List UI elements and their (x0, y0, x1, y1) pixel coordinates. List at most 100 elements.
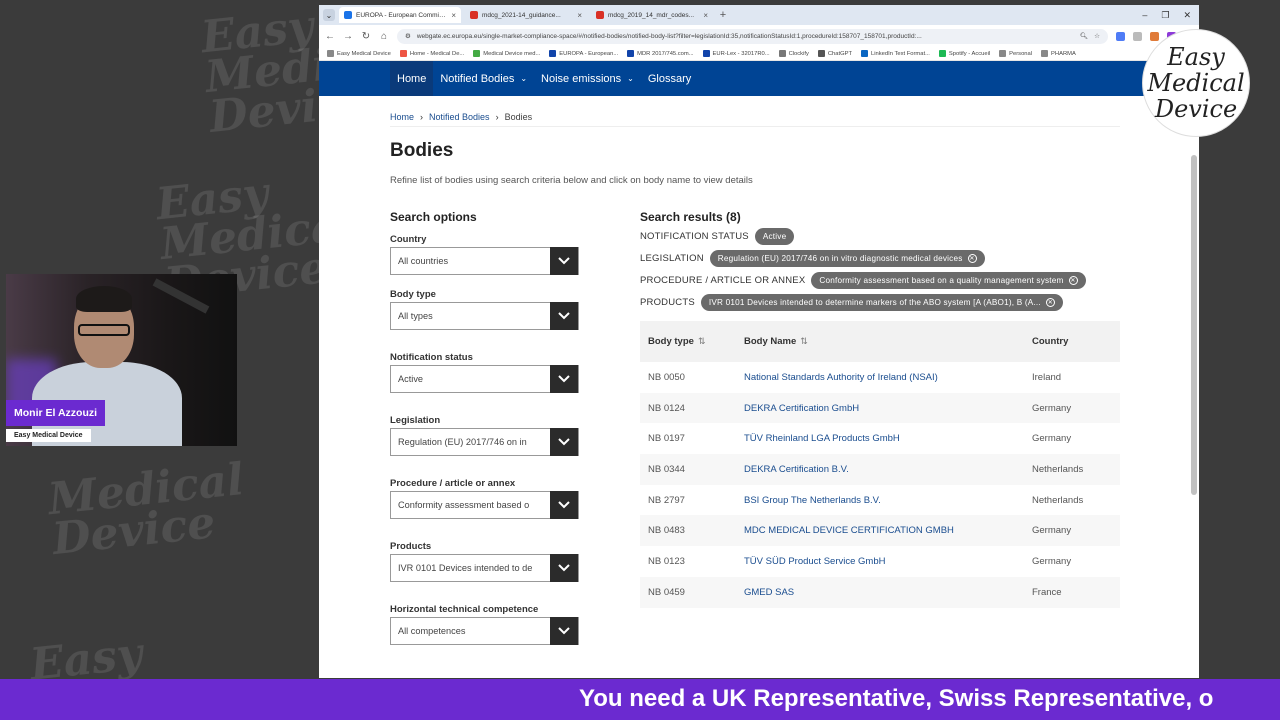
presenter-glasses (78, 324, 130, 336)
body-name-link[interactable]: BSI Group The Netherlands B.V. (744, 495, 881, 506)
browser-tab-europa[interactable]: EUROPA - European Commission × (339, 7, 461, 23)
tab-search-icon[interactable]: ⌄ (323, 9, 335, 21)
browser-tab-mdcg-2021[interactable]: mdcg_2021-14_guidance... × (465, 7, 587, 23)
chevron-down-icon (550, 554, 578, 582)
minimize-icon[interactable]: – (1142, 10, 1147, 21)
body-name-link[interactable]: TÜV Rheinland LGA Products GmbH (744, 433, 900, 444)
remove-filter-icon[interactable]: ✕ (967, 254, 977, 263)
nav-notified-bodies[interactable]: Notified Bodies ⌄ (433, 61, 534, 96)
filter-chip[interactable]: Regulation (EU) 2017/746 on in vitro dia… (709, 250, 985, 267)
chevron-down-icon: ⌄ (520, 74, 528, 83)
home-icon[interactable]: ⌂ (379, 31, 389, 42)
breadcrumb: Home › Notified Bodies › Bodies (390, 96, 1120, 127)
pdf-favicon-icon (470, 11, 478, 19)
remove-filter-icon[interactable]: ✕ (1045, 298, 1055, 307)
sort-icon[interactable]: ⇅ (698, 336, 706, 346)
horizontal-competence-field: Horizontal technical competence All comp… (390, 604, 640, 645)
breadcrumb-home[interactable]: Home (390, 112, 414, 122)
bookmark-item[interactable]: Clockify (778, 50, 809, 57)
back-icon[interactable]: ← (325, 31, 335, 42)
extension-icon[interactable] (1150, 31, 1159, 41)
bookmark-item[interactable]: Medical Device med... (473, 50, 540, 57)
bookmark-item[interactable]: PHARMA (1041, 50, 1076, 57)
bookmarks-bar: Easy Medical Device Home - Medical De...… (319, 47, 1199, 61)
products-select[interactable]: IVR 0101 Devices intended to de (390, 554, 579, 582)
nav-noise-emissions[interactable]: Noise emissions ⌄ (534, 61, 641, 96)
body-name-link[interactable]: DEKRA Certification B.V. (744, 464, 849, 475)
watermark: Medical Device (45, 453, 247, 566)
bookmark-item[interactable]: Personal (999, 50, 1032, 57)
forward-icon[interactable]: → (343, 31, 353, 42)
site-info-icon[interactable]: ⚙ (405, 32, 411, 40)
close-tab-icon[interactable]: × (703, 11, 708, 20)
results-table: Body type ⇅ Body Name ⇅ Country NB 0050 Nat… (640, 321, 1120, 608)
body-name-link[interactable]: GMED SAS (744, 587, 794, 598)
bookmark-favicon-icon (702, 50, 710, 57)
pdf-favicon-icon (596, 11, 604, 19)
bookmark-item[interactable]: Easy Medical Device (327, 50, 391, 57)
sort-icon[interactable]: ⇅ (800, 336, 808, 346)
search-results-heading: Search results (8) (640, 210, 741, 224)
bookmark-star-icon[interactable]: ☆ (1094, 32, 1100, 40)
bookmark-favicon-icon (473, 50, 481, 57)
window-controls: – ❐ ✕ (1142, 10, 1199, 21)
extension-icon[interactable] (1133, 31, 1142, 41)
column-header-body-type[interactable]: Body type ⇅ (640, 321, 736, 362)
nav-home[interactable]: Home (390, 61, 434, 96)
country-select[interactable]: All countries (390, 247, 579, 275)
reload-icon[interactable]: ↻ (361, 31, 371, 42)
bookmark-favicon-icon (938, 50, 946, 57)
chevron-down-icon (550, 428, 578, 456)
body-name-link[interactable]: National Standards Authority of Ireland … (744, 372, 938, 383)
breadcrumb-notified-bodies[interactable]: Notified Bodies (429, 112, 490, 122)
horizontal-competence-select[interactable]: All competences (390, 617, 579, 645)
folder-icon (999, 50, 1007, 57)
bookmark-item[interactable]: Home - Medical De... (399, 50, 464, 57)
chevron-right-icon: › (420, 111, 424, 122)
table-row: NB 0197 TÜV Rheinland LGA Products GmbH Ge… (648, 433, 1072, 445)
filter-chip[interactable]: IVR 0101 Devices intended to determine m… (700, 294, 1063, 311)
close-tab-icon[interactable]: × (451, 11, 456, 20)
procedure-select[interactable]: Conformity assessment based o (390, 491, 579, 519)
legislation-field: Legislation Regulation (EU) 2017/746 on … (390, 415, 640, 456)
bookmark-item[interactable]: EUR-Lex - 32017R0... (702, 50, 770, 57)
chevron-down-icon (550, 247, 578, 275)
notification-status-field: Notification status Active (390, 352, 640, 393)
page-scrollbar[interactable] (1191, 155, 1197, 495)
filter-procedure: PROCEDURE / ARTICLE OR ANNEX Conformity … (640, 272, 1120, 289)
close-window-icon[interactable]: ✕ (1183, 10, 1191, 21)
close-tab-icon[interactable]: × (577, 11, 582, 20)
main-navbar: Home Notified Bodies ⌄ Noise emissions ⌄ G… (319, 61, 1199, 96)
filter-chip[interactable]: Conformity assessment based on a quality… (811, 272, 1086, 289)
zoom-icon[interactable]: 🔍︎ (1080, 32, 1088, 40)
new-tab-icon[interactable]: + (717, 9, 729, 21)
legislation-select[interactable]: Regulation (EU) 2017/746 on in (390, 428, 579, 456)
bookmark-item[interactable]: Spotify - Accueil (938, 50, 990, 57)
presenter-org-tag: Easy Medical Device (6, 429, 91, 442)
table-row: NB 2797 BSI Group The Netherlands B.V. Net… (648, 494, 1084, 506)
nav-glossary[interactable]: Glossary (641, 61, 698, 96)
notification-status-select[interactable]: Active (390, 365, 579, 393)
body-type-select[interactable]: All types (390, 302, 579, 330)
column-header-body-name[interactable]: Body Name ⇅ (736, 321, 1024, 362)
chevron-down-icon (550, 302, 578, 330)
extension-icon[interactable] (1116, 31, 1125, 41)
remove-filter-icon[interactable]: ✕ (1068, 276, 1078, 285)
bookmark-item[interactable]: LinkedIn Text Format... (861, 50, 930, 57)
body-name-link[interactable]: TÜV SÜD Product Service GmbH (744, 556, 885, 567)
ticker-banner: You need a UK Representative, Swiss Repr… (0, 679, 1280, 720)
browser-tab-mdcg-2019[interactable]: mdcg_2019_14_mdr_codes... × (591, 7, 713, 23)
bookmark-item[interactable]: ChatGPT (817, 50, 852, 57)
bookmark-item[interactable]: MDR 2017/745.com... (627, 50, 694, 57)
page-title: Bodies (390, 140, 454, 161)
address-bar[interactable]: ⚙ webgate.ec.europa.eu/single-market-com… (397, 28, 1108, 44)
bookmark-favicon-icon (399, 50, 407, 57)
country-field: Country All countries (390, 234, 640, 275)
column-header-country: Country (1024, 321, 1120, 362)
table-row: NB 0344 DEKRA Certification B.V. Netherlan… (640, 454, 1120, 485)
maximize-icon[interactable]: ❐ (1161, 10, 1169, 21)
body-name-link[interactable]: MDC MEDICAL DEVICE CERTIFICATION GMBH (744, 525, 954, 536)
tab-strip: ⌄ EUROPA - European Commission × mdcg_20… (319, 5, 1199, 25)
body-name-link[interactable]: DEKRA Certification GmbH (744, 403, 859, 414)
bookmark-item[interactable]: EUROPA - European... (549, 50, 618, 57)
